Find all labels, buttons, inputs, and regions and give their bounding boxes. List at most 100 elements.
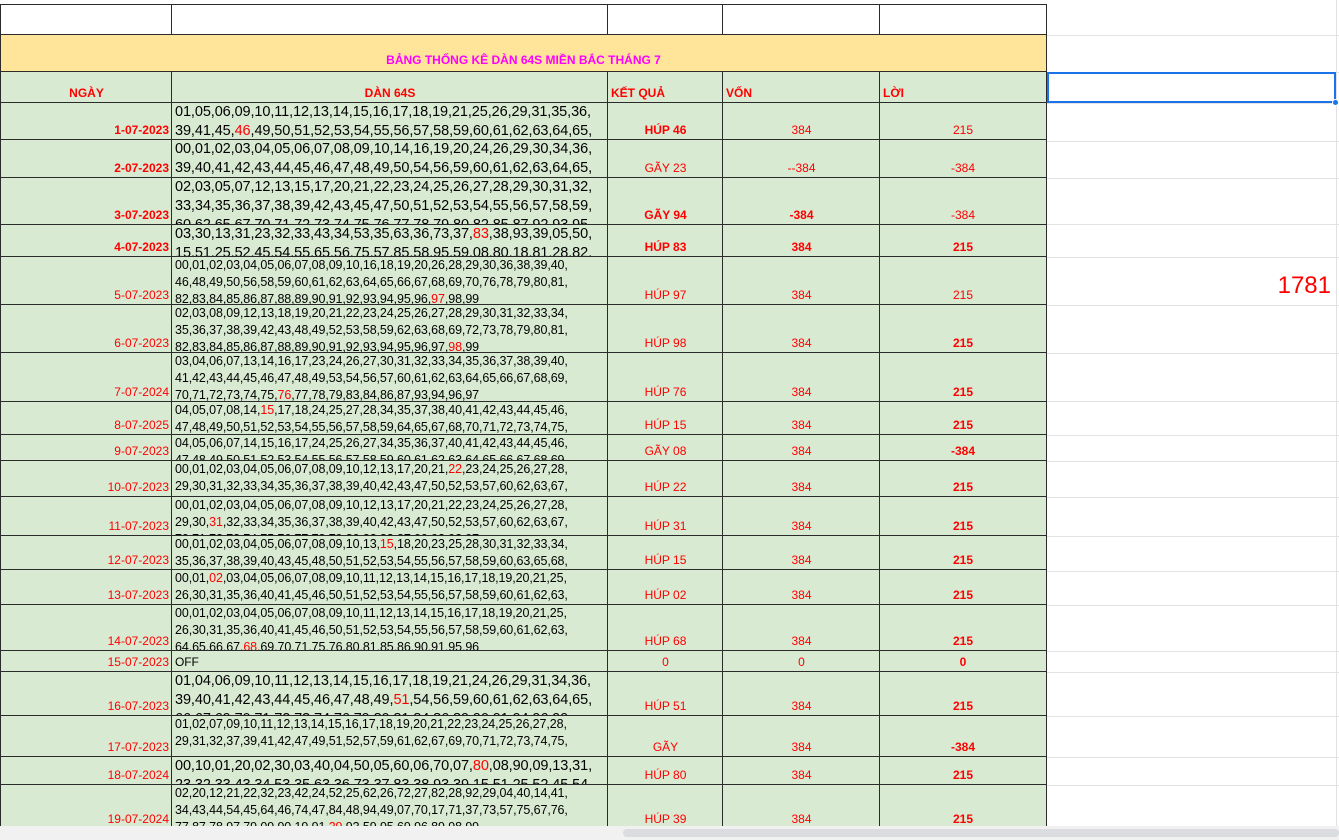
dan-cell[interactable]: 02,20,12,21,22,32,23,42,24,52,25,62,26,7… <box>171 785 608 829</box>
result-cell[interactable]: HÚP 39 <box>607 785 723 829</box>
capital-cell[interactable]: -384 <box>722 178 880 225</box>
selected-cell[interactable] <box>1047 72 1336 103</box>
profit-cell[interactable]: 215 <box>879 103 1047 140</box>
dan-cell[interactable]: 00,01,02,03,04,05,06,07,08,09,10,14,16,1… <box>171 140 608 178</box>
date-cell[interactable]: 9-07-2023 <box>0 435 172 461</box>
profit-cell[interactable]: 215 <box>879 570 1047 605</box>
capital-cell[interactable]: 384 <box>722 353 880 402</box>
profit-cell[interactable]: 215 <box>879 605 1047 651</box>
dan-cell[interactable]: 03,04,06,07,13,14,16,17,23,24,26,27,30,3… <box>171 353 608 402</box>
result-cell[interactable]: HÚP 15 <box>607 536 723 570</box>
dan-cell[interactable]: 00,01,02,03,04,05,06,07,08,09,10,13,15,1… <box>171 536 608 570</box>
profit-cell[interactable]: -384 <box>879 716 1047 757</box>
result-cell[interactable]: HÚP 80 <box>607 757 723 785</box>
result-cell[interactable]: GÃY 94 <box>607 178 723 225</box>
result-cell[interactable]: HÚP 22 <box>607 461 723 497</box>
result-cell[interactable]: GÃY 08 <box>607 435 723 461</box>
date-cell[interactable]: 4-07-2023 <box>0 225 172 257</box>
profit-cell[interactable]: 215 <box>879 402 1047 435</box>
result-cell[interactable]: HÚP 46 <box>607 103 723 140</box>
capital-cell[interactable]: 384 <box>722 785 880 829</box>
profit-cell[interactable]: -384 <box>879 178 1047 225</box>
profit-cell[interactable]: 215 <box>879 305 1047 353</box>
result-cell[interactable]: HÚP 98 <box>607 305 723 353</box>
profit-cell[interactable]: 215 <box>879 257 1047 305</box>
capital-cell[interactable]: 384 <box>722 435 880 461</box>
capital-cell[interactable]: --384 <box>722 140 880 178</box>
profit-cell[interactable]: 215 <box>879 536 1047 570</box>
capital-cell[interactable]: 384 <box>722 536 880 570</box>
dan-cell[interactable]: 02,03,05,07,12,13,15,17,20,21,22,23,24,2… <box>171 178 608 225</box>
profit-cell[interactable]: 0 <box>879 651 1047 672</box>
dan-cell[interactable]: 00,01,02,03,04,05,06,07,08,09,10,12,13,1… <box>171 497 608 536</box>
profit-cell[interactable]: 215 <box>879 757 1047 785</box>
date-cell[interactable]: 17-07-2023 <box>0 716 172 757</box>
empty-cell[interactable] <box>607 4 723 35</box>
date-cell[interactable]: 19-07-2024 <box>0 785 172 829</box>
date-cell[interactable]: 15-07-2023 <box>0 651 172 672</box>
result-cell[interactable]: GÃY 23 <box>607 140 723 178</box>
dan-cell[interactable]: 00,01,02,03,04,05,06,07,08,09,10,12,13,1… <box>171 461 608 497</box>
date-cell[interactable]: 8-07-2025 <box>0 402 172 435</box>
result-cell[interactable]: GÃY <box>607 716 723 757</box>
dan-cell[interactable]: 04,05,07,08,14,15,17,18,24,25,27,28,34,3… <box>171 402 608 435</box>
empty-cell[interactable] <box>879 4 1047 35</box>
result-cell[interactable]: HÚP 51 <box>607 672 723 716</box>
result-cell[interactable]: HÚP 97 <box>607 257 723 305</box>
date-cell[interactable]: 10-07-2023 <box>0 461 172 497</box>
result-cell[interactable]: HÚP 83 <box>607 225 723 257</box>
result-cell[interactable]: HÚP 76 <box>607 353 723 402</box>
horizontal-scrollbar-thumb[interactable] <box>623 829 1339 837</box>
capital-cell[interactable]: 384 <box>722 672 880 716</box>
date-cell[interactable]: 12-07-2023 <box>0 536 172 570</box>
capital-cell[interactable]: 384 <box>722 605 880 651</box>
result-cell[interactable]: HÚP 31 <box>607 497 723 536</box>
total-profit-value[interactable]: 1781 <box>1278 272 1331 300</box>
date-cell[interactable]: 14-07-2023 <box>0 605 172 651</box>
profit-cell[interactable]: 215 <box>879 785 1047 829</box>
empty-cell[interactable] <box>171 4 608 35</box>
date-cell[interactable]: 13-07-2023 <box>0 570 172 605</box>
capital-cell[interactable]: 384 <box>722 570 880 605</box>
empty-cell[interactable] <box>0 4 172 35</box>
empty-cell[interactable] <box>722 4 880 35</box>
dan-cell[interactable]: 00,01,02,03,04,05,06,07,08,09,10,11,12,1… <box>171 605 608 651</box>
result-cell[interactable]: HÚP 68 <box>607 605 723 651</box>
dan-cell[interactable]: 04,05,06,07,14,15,16,17,24,25,26,27,34,3… <box>171 435 608 461</box>
profit-cell[interactable]: 215 <box>879 461 1047 497</box>
capital-cell[interactable]: 384 <box>722 497 880 536</box>
dan-cell[interactable]: 00,10,01,20,02,30,03,40,04,50,05,60,06,7… <box>171 757 608 785</box>
date-cell[interactable]: 11-07-2023 <box>0 497 172 536</box>
date-cell[interactable]: 1-07-2023 <box>0 103 172 140</box>
capital-cell[interactable]: 384 <box>722 103 880 140</box>
result-cell[interactable]: 0 <box>607 651 723 672</box>
date-cell[interactable]: 5-07-2023 <box>0 257 172 305</box>
profit-cell[interactable]: -384 <box>879 435 1047 461</box>
dan-cell[interactable]: 01,05,06,09,10,11,12,13,14,15,16,17,18,1… <box>171 103 608 140</box>
dan-cell[interactable]: 00,01,02,03,04,05,06,07,08,09,10,11,12,1… <box>171 570 608 605</box>
result-cell[interactable]: HÚP 15 <box>607 402 723 435</box>
date-cell[interactable]: 18-07-2024 <box>0 757 172 785</box>
profit-cell[interactable]: 215 <box>879 353 1047 402</box>
dan-cell[interactable]: 01,04,06,09,10,11,12,13,14,15,16,17,18,1… <box>171 672 608 716</box>
date-cell[interactable]: 2-07-2023 <box>0 140 172 178</box>
date-cell[interactable]: 6-07-2023 <box>0 305 172 353</box>
profit-cell[interactable]: 215 <box>879 225 1047 257</box>
capital-cell[interactable]: 384 <box>722 716 880 757</box>
capital-cell[interactable]: 384 <box>722 757 880 785</box>
spreadsheet-grid[interactable]: BẢNG THỐNG KÊ DÀN 64S MIỀN BẮC THÁNG 7 NG… <box>0 0 1339 840</box>
profit-cell[interactable]: 215 <box>879 497 1047 536</box>
dan-cell[interactable]: 02,03,08,09,12,13,18,19,20,21,22,23,24,2… <box>171 305 608 353</box>
capital-cell[interactable]: 384 <box>722 257 880 305</box>
capital-cell[interactable]: 384 <box>722 461 880 497</box>
capital-cell[interactable]: 384 <box>722 225 880 257</box>
dan-cell[interactable]: OFF <box>171 651 608 672</box>
dan-cell[interactable]: 03,30,13,31,23,32,33,43,34,53,35,63,36,7… <box>171 225 608 257</box>
profit-cell[interactable]: 215 <box>879 672 1047 716</box>
capital-cell[interactable]: 0 <box>722 651 880 672</box>
result-cell[interactable]: HÚP 02 <box>607 570 723 605</box>
date-cell[interactable]: 16-07-2023 <box>0 672 172 716</box>
profit-cell[interactable]: -384 <box>879 140 1047 178</box>
capital-cell[interactable]: 384 <box>722 305 880 353</box>
dan-cell[interactable]: 00,01,02,03,04,05,06,07,08,09,10,16,18,1… <box>171 257 608 305</box>
